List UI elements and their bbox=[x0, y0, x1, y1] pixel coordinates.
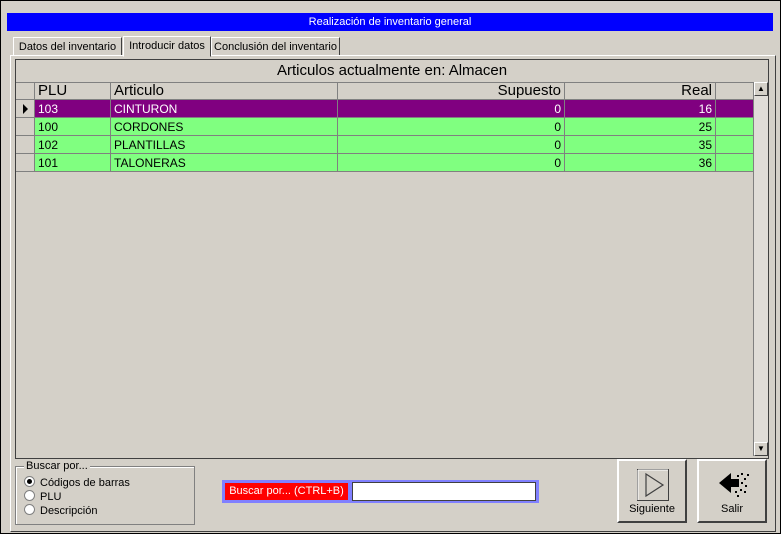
play-icon bbox=[637, 469, 669, 501]
column-header-plu[interactable]: PLU bbox=[35, 82, 111, 100]
radio-label: PLU bbox=[40, 491, 62, 503]
radio-plu[interactable]: PLU bbox=[24, 490, 61, 504]
tab-datos-inventario[interactable]: Datos del inventario bbox=[13, 37, 122, 56]
exit-button-label: Salir bbox=[720, 503, 743, 515]
radio-descripcion[interactable]: Descripción bbox=[24, 504, 97, 518]
window-title: Realización de inventario general bbox=[7, 13, 773, 31]
cell-filler bbox=[716, 100, 754, 118]
radio-unchecked-icon[interactable] bbox=[24, 504, 35, 515]
radio-codigos-barras[interactable]: Códigos de barras bbox=[24, 476, 130, 490]
cell-articulo[interactable]: CINTURON bbox=[111, 100, 338, 118]
radio-label: Descripción bbox=[40, 505, 98, 517]
radio-unchecked-icon[interactable] bbox=[24, 490, 35, 501]
search-by-legend: Buscar por... bbox=[24, 460, 90, 472]
tab-conclusion-inventario[interactable]: Conclusión del inventario bbox=[211, 37, 340, 56]
row-indicator-header bbox=[16, 82, 35, 100]
cell-articulo[interactable]: PLANTILLAS bbox=[111, 136, 338, 154]
next-button[interactable]: Siguiente bbox=[617, 459, 687, 523]
column-header-filler bbox=[716, 82, 754, 100]
table-row[interactable]: 100 CORDONES 0 25 bbox=[16, 118, 754, 136]
grid-caption: Articulos actualmente en: Almacen bbox=[16, 60, 768, 83]
column-header-real[interactable]: Real bbox=[565, 82, 716, 100]
row-indicator bbox=[16, 136, 35, 154]
cell-supuesto[interactable]: 0 bbox=[338, 154, 565, 172]
column-header-articulo[interactable]: Articulo bbox=[111, 82, 338, 100]
radio-checked-icon[interactable] bbox=[24, 476, 35, 487]
cell-real[interactable]: 16 bbox=[565, 100, 716, 118]
cell-real[interactable]: 36 bbox=[565, 154, 716, 172]
cell-articulo[interactable]: TALONERAS bbox=[111, 154, 338, 172]
row-indicator bbox=[16, 118, 35, 136]
next-button-label: Siguiente bbox=[629, 503, 675, 515]
cell-real[interactable]: 35 bbox=[565, 136, 716, 154]
exit-door-icon bbox=[719, 473, 749, 497]
table-row[interactable]: 103 CINTURON 0 16 bbox=[16, 100, 754, 118]
cell-real[interactable]: 25 bbox=[565, 118, 716, 136]
cell-plu[interactable]: 101 bbox=[35, 154, 111, 172]
inventory-window: Realización de inventario general Datos … bbox=[0, 0, 781, 534]
vertical-scrollbar[interactable]: ▲ ▼ bbox=[753, 82, 768, 456]
current-row-arrow-icon bbox=[16, 100, 35, 118]
cell-filler bbox=[716, 136, 754, 154]
search-input[interactable] bbox=[352, 482, 536, 501]
scroll-up-icon[interactable]: ▲ bbox=[754, 82, 768, 96]
cell-supuesto[interactable]: 0 bbox=[338, 136, 565, 154]
tab-introducir-datos[interactable]: Introducir datos bbox=[123, 36, 211, 57]
table-row[interactable]: 101 TALONERAS 0 36 bbox=[16, 154, 754, 172]
search-by-group: Buscar por... Códigos de barras PLU Desc… bbox=[15, 460, 195, 525]
articles-grid[interactable]: Articulos actualmente en: Almacen PLU Ar… bbox=[15, 59, 769, 459]
row-indicator bbox=[16, 154, 35, 172]
radio-label: Códigos de barras bbox=[40, 477, 130, 489]
table-row[interactable]: 102 PLANTILLAS 0 35 bbox=[16, 136, 754, 154]
scroll-down-icon[interactable]: ▼ bbox=[754, 442, 768, 456]
cell-plu[interactable]: 103 bbox=[35, 100, 111, 118]
cell-supuesto[interactable]: 0 bbox=[338, 118, 565, 136]
search-label: Buscar por... (CTRL+B) bbox=[225, 483, 348, 500]
column-header-supuesto[interactable]: Supuesto bbox=[338, 82, 565, 100]
cell-plu[interactable]: 100 bbox=[35, 118, 111, 136]
cell-filler bbox=[716, 154, 754, 172]
search-box: Buscar por... (CTRL+B) bbox=[222, 480, 539, 503]
cell-supuesto[interactable]: 0 bbox=[338, 100, 565, 118]
cell-articulo[interactable]: CORDONES bbox=[111, 118, 338, 136]
exit-button[interactable]: Salir bbox=[697, 459, 767, 523]
cell-filler bbox=[716, 118, 754, 136]
cell-plu[interactable]: 102 bbox=[35, 136, 111, 154]
